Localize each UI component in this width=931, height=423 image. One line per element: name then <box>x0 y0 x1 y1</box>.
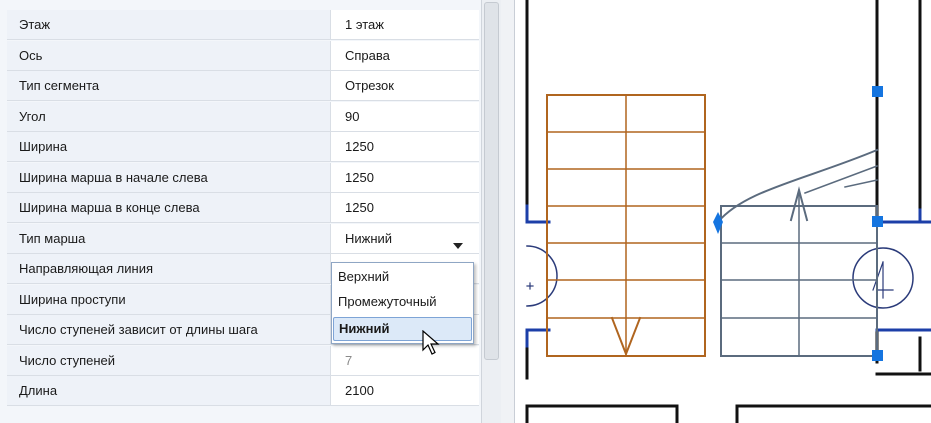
drawing-canvas[interactable] <box>515 0 931 423</box>
property-value[interactable]: 2100 <box>331 376 479 405</box>
property-name: Число ступеней <box>7 345 331 375</box>
property-name: Ось <box>7 40 331 70</box>
property-row[interactable]: Длина 2100 <box>7 376 479 406</box>
march-type-dropdown-list: Верхний Промежуточный Нижний <box>331 262 474 344</box>
property-row[interactable]: Тип марша Нижний <box>7 223 479 254</box>
vertical-scrollbar[interactable] <box>481 0 501 423</box>
property-row[interactable]: Ширина марша в начале слева 1250 <box>7 162 479 193</box>
property-row[interactable]: Ширина марша в конце слева 1250 <box>7 193 479 223</box>
property-name: Этаж <box>7 10 331 39</box>
property-row[interactable]: Этаж 1 этаж <box>7 10 479 40</box>
property-value[interactable]: 1250 <box>331 162 479 192</box>
wall-blue-left-bottom <box>525 328 551 348</box>
scrollbar-thumb[interactable] <box>484 2 499 360</box>
property-name: Тип сегмента <box>7 71 331 100</box>
property-row[interactable]: Угол 90 <box>7 101 479 132</box>
property-value[interactable]: 1 этаж <box>331 10 479 39</box>
property-name: Ширина марша в начале слева <box>7 162 331 192</box>
property-name: Тип марша <box>7 223 331 253</box>
mouse-cursor-icon <box>422 330 440 355</box>
property-name: Угол <box>7 101 331 131</box>
property-name: Длина <box>7 376 331 405</box>
wall-blue-left-top <box>525 204 551 224</box>
dropdown-arrow-icon[interactable] <box>440 232 476 260</box>
property-value[interactable]: Отрезок <box>331 71 479 100</box>
property-name: Ширина <box>7 132 331 161</box>
property-row[interactable]: Число ступеней 7 <box>7 345 479 376</box>
property-name: Ширина марша в конце слева <box>7 193 331 222</box>
panel-splitter[interactable] <box>501 0 515 423</box>
properties-panel: Этаж 1 этаж Ось Справа Тип сегмента Отрезок Уг… <box>0 0 481 423</box>
grip-handle <box>872 86 883 97</box>
property-name: Направляющая линия <box>7 254 331 283</box>
property-value[interactable]: 1250 <box>331 193 479 222</box>
property-value[interactable]: 1250 <box>331 132 479 161</box>
property-name: Число ступеней зависит от длины шага <box>7 315 331 344</box>
property-value[interactable]: Справа <box>331 40 479 70</box>
dropdown-option-upper[interactable]: Верхний <box>333 265 472 289</box>
property-value[interactable]: 7 <box>331 345 479 375</box>
grip-handle <box>872 216 883 227</box>
winder-curve <box>716 148 879 224</box>
door-arc-left <box>526 245 558 307</box>
property-name: Ширина проступи <box>7 284 331 314</box>
dropdown-option-intermediate[interactable]: Промежуточный <box>333 290 472 314</box>
property-row[interactable]: Ось Справа <box>7 40 479 71</box>
property-row[interactable]: Тип сегмента Отрезок <box>7 71 479 101</box>
grip-handle <box>872 350 883 361</box>
property-value[interactable]: 90 <box>331 101 479 131</box>
dropdown-option-lower[interactable]: Нижний <box>333 317 472 341</box>
property-row[interactable]: Ширина 1250 <box>7 132 479 162</box>
